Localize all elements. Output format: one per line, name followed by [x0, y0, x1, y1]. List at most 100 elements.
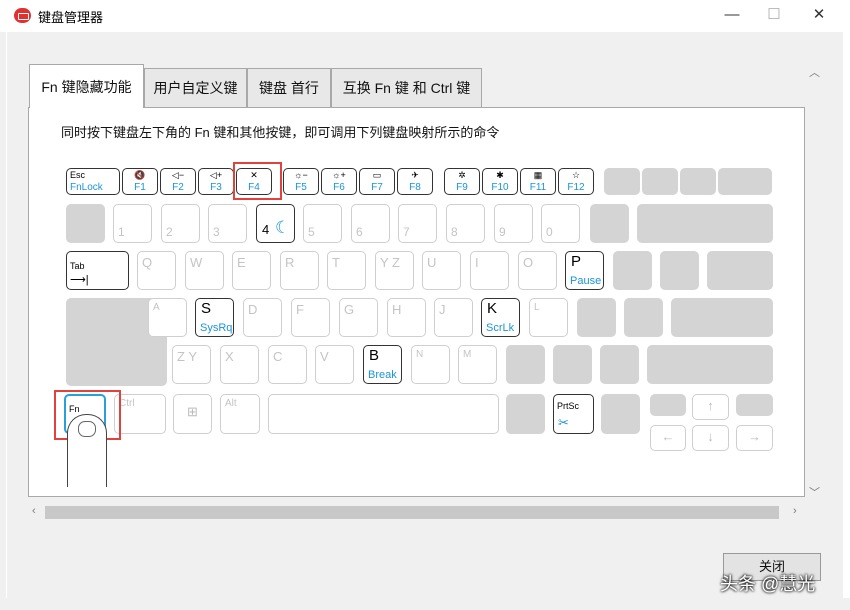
key-digit-7: 7 [398, 204, 437, 243]
key-letter-label: O [523, 255, 534, 270]
key-arrow-up: ↑ [692, 394, 729, 420]
key-letter-label: R [285, 255, 295, 270]
key-b: B Break [363, 345, 402, 384]
fn-function-icon: ▦ [533, 170, 543, 180]
key-f8-label: F8 [409, 182, 421, 193]
key-f7: ▭ F7 [359, 168, 395, 195]
key-letter: X [220, 345, 259, 384]
key-p-label: P [571, 253, 582, 270]
key-s-label: S [201, 300, 212, 317]
key-s: S SysRq [195, 298, 234, 337]
key-m: M [458, 345, 497, 384]
key-letter: V [315, 345, 354, 384]
window-title: 键盘管理器 [38, 10, 104, 25]
key-letter-label: I [475, 255, 479, 270]
key-esc-label: Esc [70, 170, 86, 180]
scroll-up-arrow-icon[interactable]: ︿ [809, 64, 820, 80]
key-f3-label: F3 [210, 182, 222, 193]
key-letter-label: J [439, 302, 446, 317]
key-f10-label: F10 [491, 182, 509, 193]
close-window-button[interactable]: ✕ [805, 3, 833, 27]
key-digit-label: 7 [403, 225, 410, 239]
key-digit-5: 5 [303, 204, 342, 243]
key-esc: Esc FnLock [66, 168, 120, 195]
key-letter-label: V [320, 349, 329, 364]
key-f10: ✱ F10 [482, 168, 518, 195]
key-4: 4 ☾ [256, 204, 295, 243]
moon-icon: ☾ [275, 218, 291, 237]
key-a: A [148, 298, 187, 337]
key-letter-label: Z Y [177, 349, 197, 364]
key-f12-label: F12 [567, 182, 585, 193]
key-digit-label: 0 [546, 225, 553, 239]
fn-function-icon: ✲ [458, 170, 466, 180]
minimize-button[interactable]: — [718, 3, 746, 27]
key-prtsc-label: PrtSc [557, 401, 580, 411]
key-letter: O [518, 251, 557, 290]
key-a-label: A [153, 302, 160, 313]
key-digit-9: 9 [494, 204, 533, 243]
key-blank [604, 168, 640, 195]
key-digit-6: 6 [351, 204, 390, 243]
tab-user-defined-keys[interactable]: 用户自定义键 [144, 68, 247, 107]
key-right-shift [647, 345, 773, 384]
instruction-text: 同时按下键盘左下角的 Fn 键和其他按键，即可调用下列键盘映射所示的命令 [61, 125, 500, 140]
key-enter [671, 298, 773, 337]
window-bottom-edge [0, 598, 850, 610]
key-p-sub: Pause [570, 275, 602, 287]
key-blank [718, 168, 772, 195]
key-f9-label: F9 [456, 182, 468, 193]
key-comma [506, 345, 545, 384]
key-letter: G [339, 298, 378, 337]
key-f9: ✲ F9 [444, 168, 480, 195]
scroll-right-arrow-icon[interactable]: › [793, 505, 797, 517]
key-f6-label: F6 [333, 182, 345, 193]
key-bracket [660, 251, 699, 290]
key-k: K ScrLk [481, 298, 520, 337]
tab-keyboard-top-row[interactable]: 键盘 首行 [247, 68, 331, 107]
key-digit-1: 1 [113, 204, 152, 243]
key-digit-label: 8 [451, 225, 458, 239]
key-f6: ☼+ F6 [321, 168, 357, 195]
key-windows: ⊞ [173, 394, 212, 434]
key-pgup [650, 394, 686, 416]
key-letter-label: G [344, 302, 355, 317]
horizontal-scroll-thumb[interactable] [45, 506, 779, 519]
key-tab-label: Tab [70, 261, 85, 271]
keyboard-app-icon [14, 8, 31, 23]
key-f3: ◁+ F3 [198, 168, 234, 195]
tab-fn-hidden-functions[interactable]: Fn 键隐藏功能 [29, 64, 144, 108]
key-f5-label: F5 [295, 182, 307, 193]
key-alt-label: Alt [225, 398, 237, 409]
scroll-left-arrow-icon[interactable]: ‹ [32, 505, 36, 517]
tab-arrow-icon: ⟶| [70, 274, 89, 286]
key-right-alt [506, 394, 545, 434]
scroll-down-arrow-icon[interactable]: ﹀ [809, 484, 820, 500]
key-l: L [529, 298, 568, 337]
key-ctrl-label: Ctrl [119, 398, 135, 409]
key-prtsc: PrtSc ✂ [553, 394, 594, 434]
fn-function-icon: ◁− [171, 170, 185, 180]
key-backslash [707, 251, 773, 290]
key-ctrl: Ctrl [114, 394, 166, 434]
key-letter: F [291, 298, 330, 337]
key-backspace [637, 204, 773, 243]
key-letter-label: X [225, 349, 234, 364]
key-arrow-down: ↓ [692, 425, 729, 451]
vertical-scrollbar[interactable]: ︿ ﹀ [805, 62, 822, 499]
key-letter: C [268, 345, 307, 384]
key-minus [590, 204, 629, 243]
tab-swap-fn-ctrl[interactable]: 互换 Fn 键 和 Ctrl 键 [331, 68, 482, 107]
key-f8: ✈ F8 [397, 168, 433, 195]
key-n-label: N [416, 349, 424, 360]
key-letter: J [434, 298, 473, 337]
key-digit-3: 3 [208, 204, 247, 243]
maximize-button[interactable]: ☐ [760, 3, 788, 27]
key-arrow-left: ← [650, 425, 686, 451]
key-letter: T [327, 251, 366, 290]
key-f5: ☼− F5 [283, 168, 319, 195]
key-space [268, 394, 499, 434]
snipping-icon: ✂ [558, 415, 569, 430]
arrow-down-icon: ↓ [707, 429, 714, 444]
key-digit-label: 2 [166, 225, 173, 239]
